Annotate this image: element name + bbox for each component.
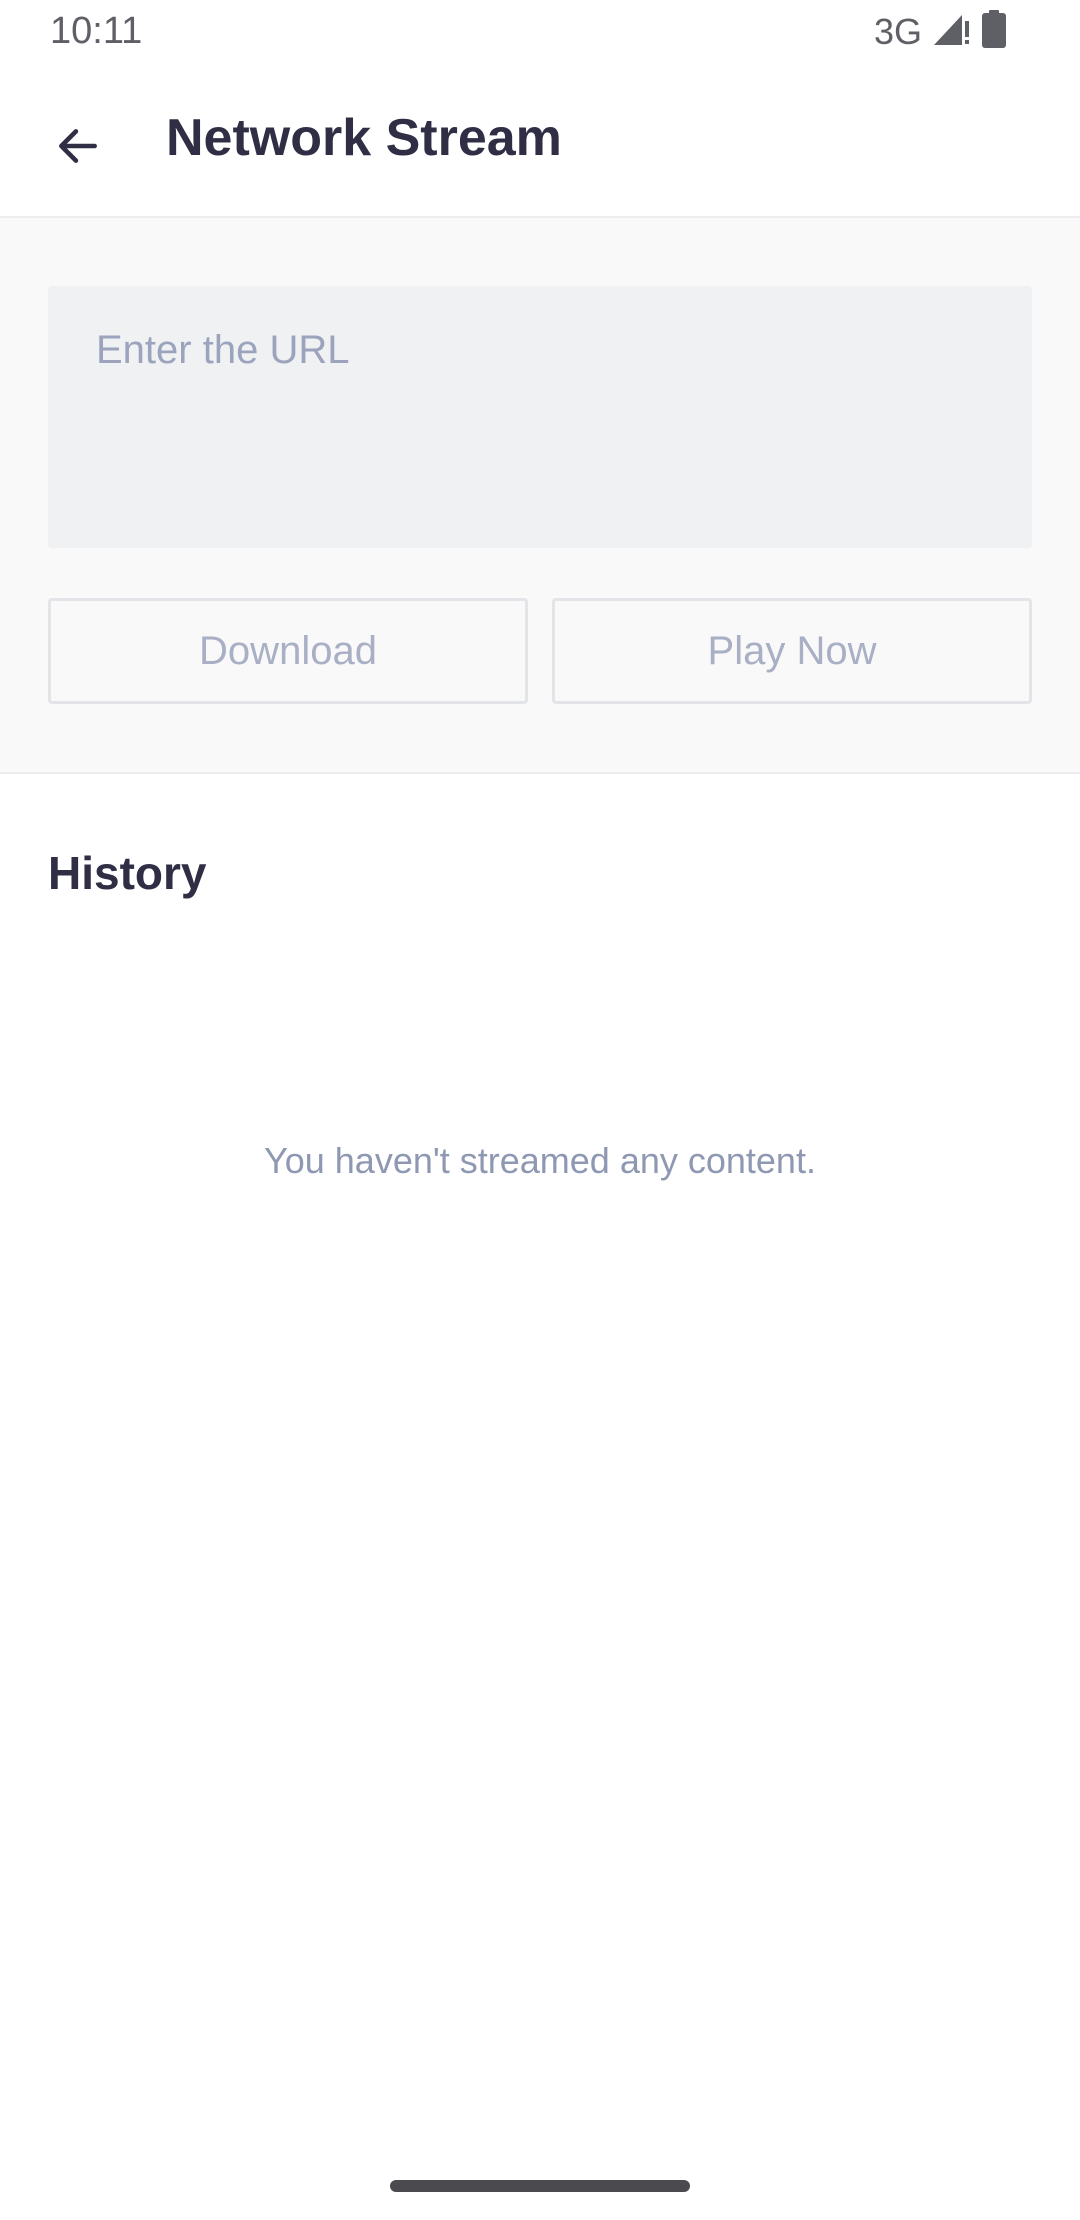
status-icons: 3G	[874, 10, 1006, 53]
arrow-left-icon	[53, 121, 103, 176]
url-input-section: Download Play Now	[0, 218, 1080, 774]
status-bar: 10:11 3G	[0, 0, 1080, 66]
battery-icon	[982, 10, 1006, 53]
history-heading: History	[48, 847, 207, 899]
signal-icon	[932, 11, 972, 52]
empty-state-message: You haven't streamed any content.	[264, 1140, 816, 1181]
url-input[interactable]	[48, 286, 1032, 548]
back-button[interactable]	[36, 106, 120, 190]
page-title: Network Stream	[166, 109, 562, 167]
download-button[interactable]: Download	[48, 598, 528, 704]
play-now-button[interactable]: Play Now	[552, 598, 1032, 704]
app-bar: Network Stream	[0, 66, 1080, 218]
home-indicator[interactable]	[390, 2180, 690, 2192]
status-time: 10:11	[50, 10, 143, 52]
network-type: 3G	[873, 10, 922, 52]
